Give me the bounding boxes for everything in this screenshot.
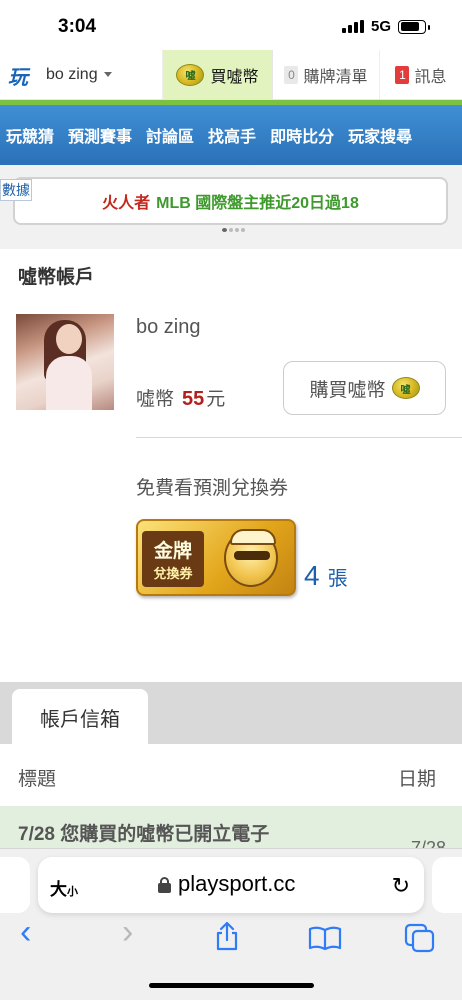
caret-down-icon — [103, 72, 112, 77]
battery-icon — [398, 19, 430, 34]
coin-label: 噓幣 — [136, 389, 175, 410]
gold-voucher-image[interactable]: 金牌 兌換券 — [136, 519, 296, 596]
forward-icon[interactable]: › — [122, 913, 133, 952]
coin-amount: 55 — [182, 388, 205, 410]
menu-item-forum[interactable]: 討論區 — [146, 123, 208, 147]
coin-balance: 噓幣 55 元 — [136, 384, 225, 411]
ticker-side-label[interactable]: 數據 — [0, 179, 32, 201]
browser-toolbar: 大小 playsport.cc ↻ ‹ › — [0, 848, 462, 1000]
divider — [136, 437, 462, 438]
ticker-area: 火人者 MLB 國際盤主推近20日過18 數據 — [0, 165, 462, 249]
user-menu[interactable]: bo zing — [36, 50, 163, 99]
menu-item-player-search[interactable]: 玩家搜尋 — [348, 123, 426, 147]
network-label: 5G — [370, 18, 391, 35]
reload-icon[interactable]: ↻ — [392, 873, 410, 899]
bookmarks-icon[interactable] — [308, 925, 342, 958]
text-size-button[interactable]: 大小 — [50, 875, 78, 900]
back-icon[interactable]: ‹ — [20, 913, 31, 952]
cart-link[interactable]: 0 購牌清單 — [273, 50, 380, 99]
url-domain: playsport.cc — [178, 871, 296, 896]
voucher-count: 4張 — [304, 560, 348, 592]
ticker-player: 火人者 — [102, 195, 151, 212]
status-time: 3:04 — [58, 16, 97, 37]
menu-item-play-guess[interactable]: 玩競猜 — [6, 123, 68, 147]
lock-icon — [158, 877, 171, 893]
voucher-line2: 兌換券 — [153, 566, 193, 581]
signal-icon — [341, 20, 364, 33]
voucher-count-number: 4 — [304, 560, 320, 591]
carousel-dots — [222, 228, 245, 232]
buy-coins-button[interactable]: 購買噓幣 噓 — [283, 361, 446, 415]
top-nav: 玩 bo zing 噓 買噓幣 0 購牌清單 1 訊息 — [0, 50, 462, 100]
mail-row-title: 7/28 您購買的噓幣已開立電子 — [18, 824, 270, 845]
cart-count-badge: 0 — [284, 65, 299, 84]
share-icon[interactable] — [214, 921, 240, 958]
coin-icon: 噓 — [176, 63, 205, 86]
account-title: 噓幣帳戶 — [18, 267, 95, 288]
coin-icon: 噓 — [391, 377, 420, 399]
cart-label: 購牌清單 — [303, 68, 368, 86]
account-username: bo zing — [136, 316, 201, 338]
tabs-icon[interactable] — [404, 923, 436, 960]
avatar — [16, 314, 114, 410]
column-header-title: 標題 — [18, 769, 57, 790]
site-logo[interactable]: 玩 — [0, 50, 36, 100]
buy-coins-label: 購買噓幣 — [309, 379, 386, 401]
menu-item-live-scores[interactable]: 即時比分 — [270, 123, 348, 147]
messages-label: 訊息 — [414, 68, 447, 86]
menu-item-find-experts[interactable]: 找高手 — [208, 123, 270, 147]
mascot-icon — [224, 529, 278, 587]
coin-unit: 元 — [206, 389, 226, 410]
voucher-count-unit: 張 — [327, 568, 348, 590]
next-tab-card[interactable] — [432, 857, 462, 913]
status-indicators: 5G — [341, 18, 430, 35]
mailbox-header — [0, 744, 462, 806]
menu-item-predictions[interactable]: 預測賽事 — [68, 123, 146, 147]
messages-link[interactable]: 1 訊息 — [380, 50, 462, 99]
buy-coin-button[interactable]: 噓 買噓幣 — [163, 50, 273, 99]
ticker-banner[interactable]: 火人者 MLB 國際盤主推近20日過18 — [13, 177, 448, 225]
address-bar[interactable]: 大小 playsport.cc ↻ — [38, 857, 424, 913]
ticker-text: MLB 國際盤主推近20日過18 — [156, 195, 359, 212]
column-header-date: 日期 — [397, 769, 436, 790]
voucher-label: 金牌 兌換券 — [142, 531, 204, 587]
home-indicator — [149, 983, 314, 988]
tab-account-mailbox[interactable]: 帳戶信箱 — [12, 689, 148, 745]
buy-coin-label: 買噓幣 — [210, 68, 259, 86]
voucher-line1: 金牌 — [153, 541, 192, 562]
user-menu-label: bo zing — [46, 65, 98, 83]
message-count-badge: 1 — [395, 65, 410, 84]
status-bar: 3:04 5G — [0, 0, 462, 50]
voucher-title: 免費看預測兌換券 — [136, 478, 289, 499]
main-menu: 玩競猜 預測賽事 討論區 找高手 即時比分 玩家搜尋 — [0, 105, 462, 165]
previous-tab-card[interactable] — [0, 857, 30, 913]
